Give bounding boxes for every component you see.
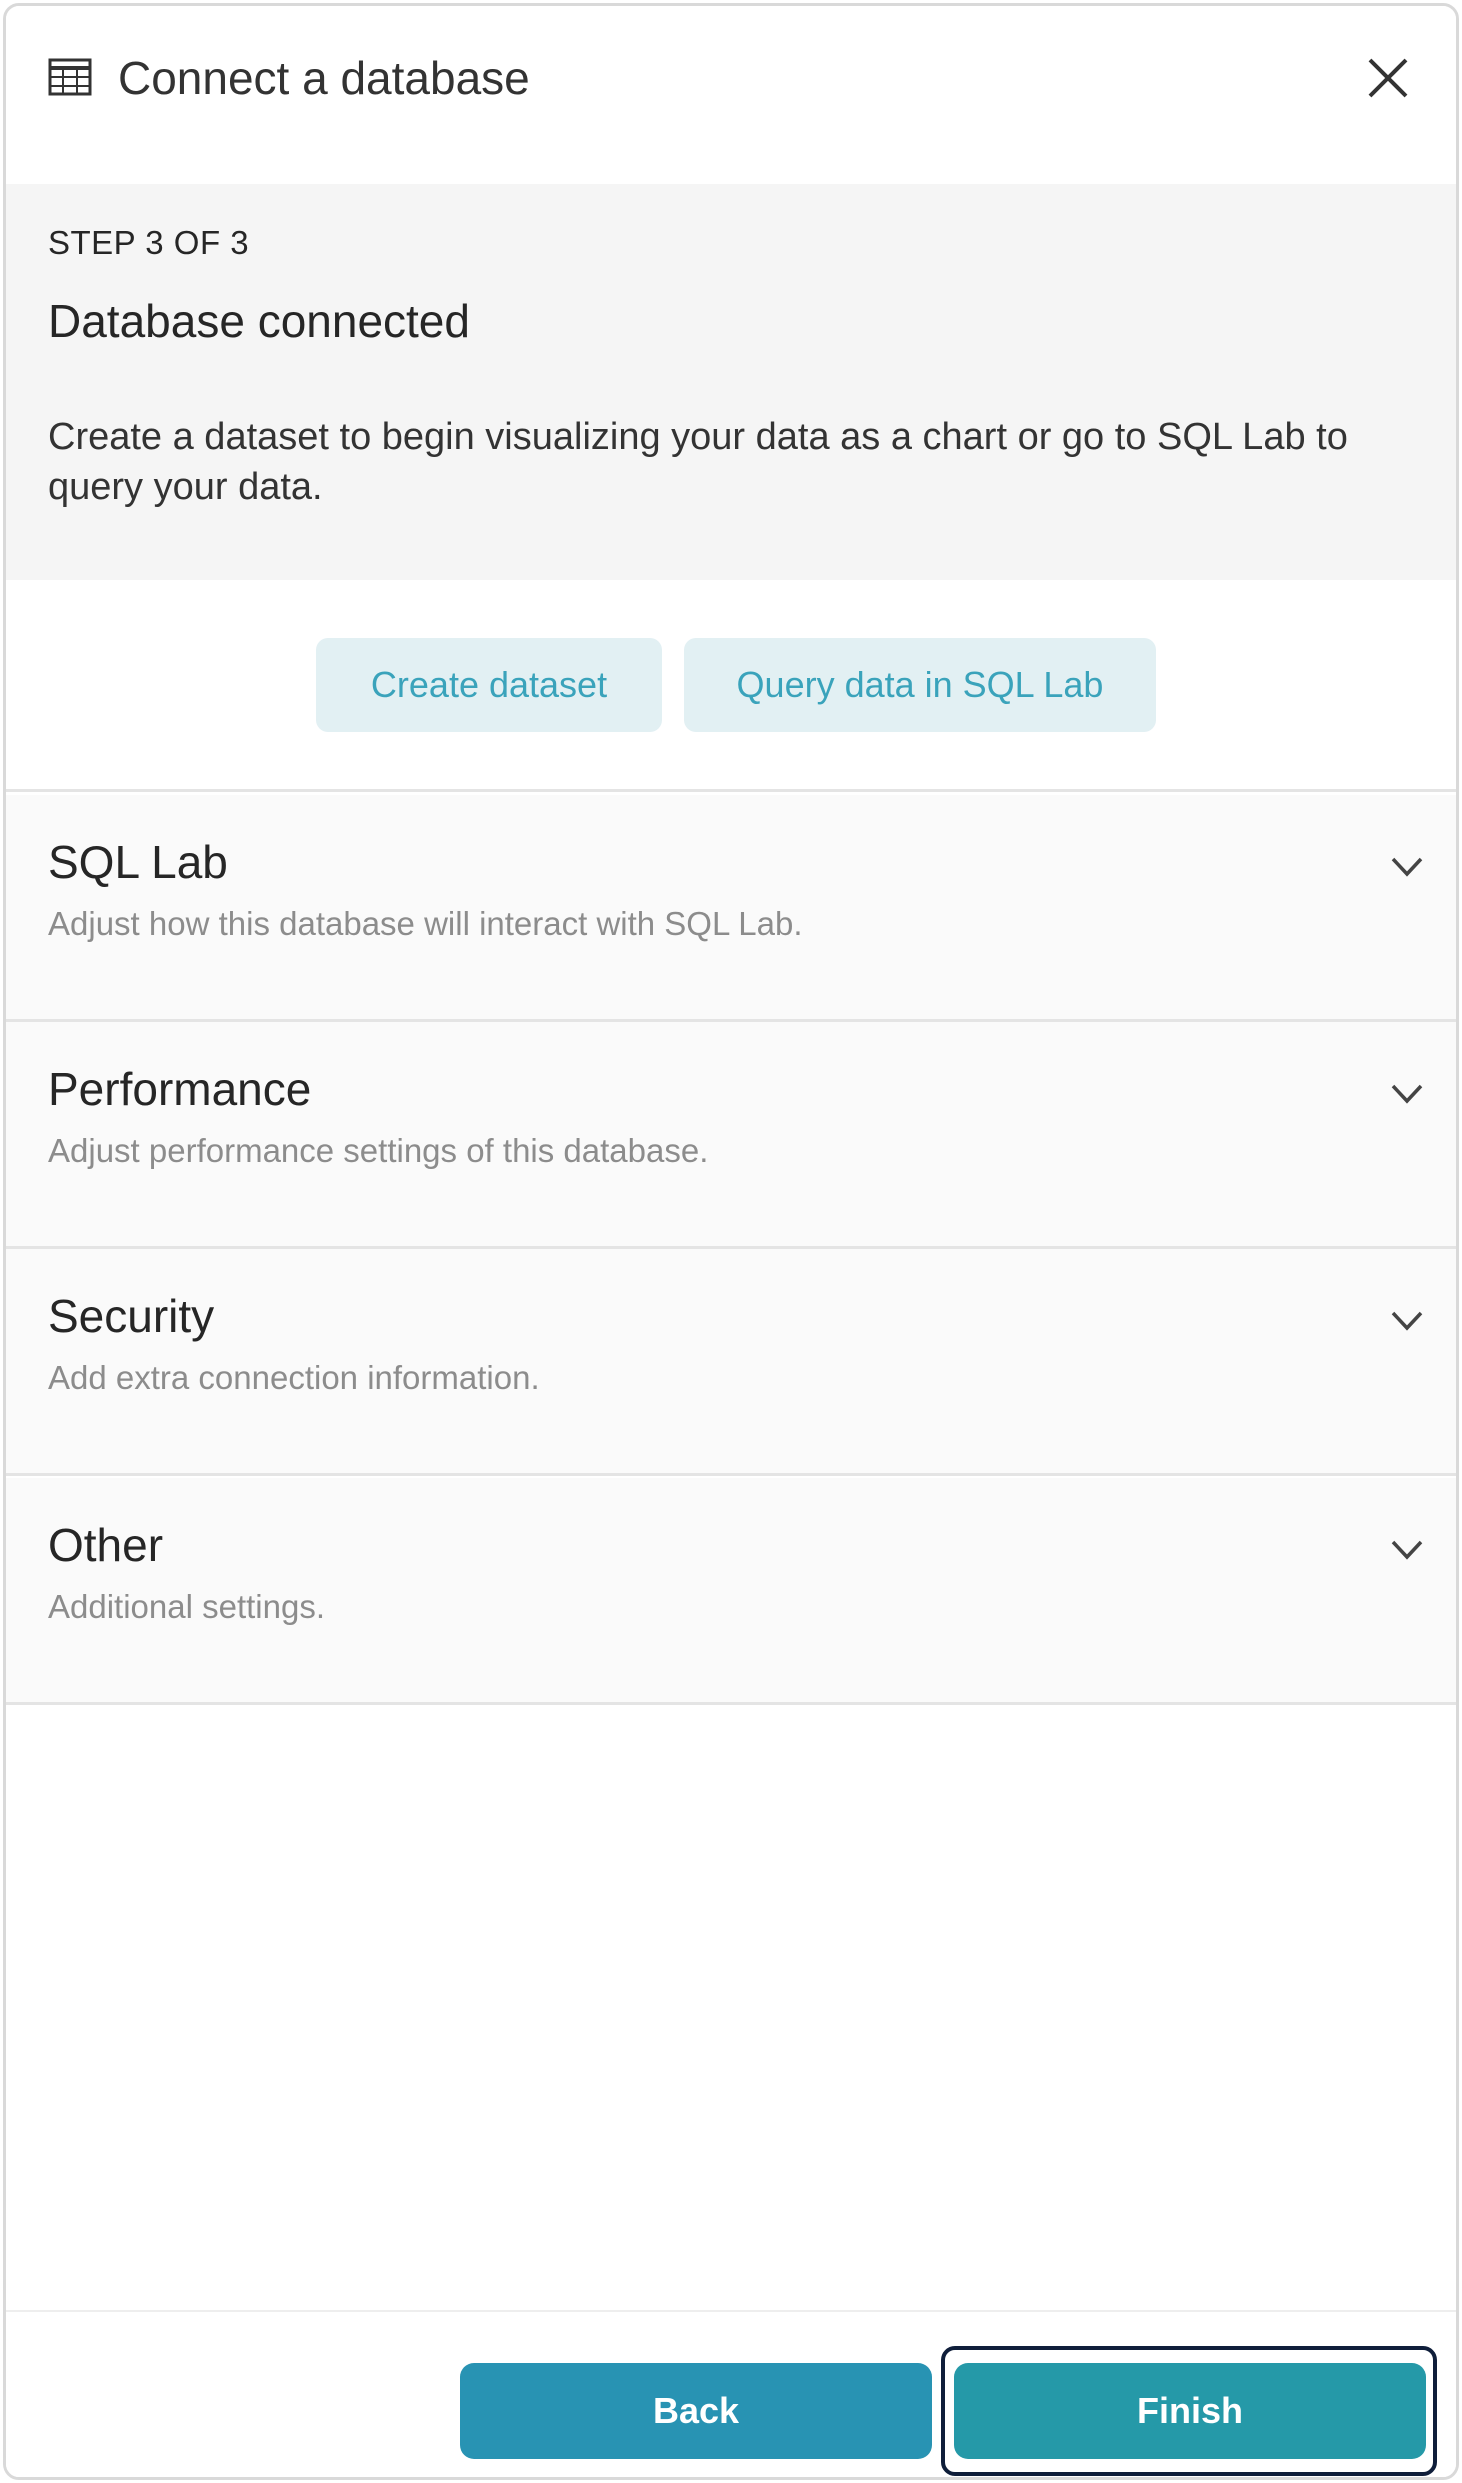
section-subtitle: Adjust how this database will interact w… bbox=[48, 905, 803, 942]
section-security[interactable]: Security Add extra connection informatio… bbox=[6, 1249, 1456, 1476]
action-bar: Create dataset Query data in SQL Lab bbox=[6, 580, 1456, 792]
section-sql-lab[interactable]: SQL Lab Adjust how this database will in… bbox=[6, 795, 1456, 1022]
section-subtitle: Adjust performance settings of this data… bbox=[48, 1132, 709, 1169]
section-subtitle: Add extra connection information. bbox=[48, 1359, 540, 1396]
back-button[interactable]: Back bbox=[460, 2363, 932, 2459]
step-description: Create a dataset to begin visualizing yo… bbox=[48, 416, 1348, 508]
step-heading: Database connected bbox=[48, 295, 470, 347]
section-performance[interactable]: Performance Adjust performance settings … bbox=[6, 1022, 1456, 1249]
section-title: SQL Lab bbox=[48, 836, 228, 888]
step-panel: STEP 3 OF 3 Database connected Create a … bbox=[6, 184, 1456, 580]
create-dataset-button[interactable]: Create dataset bbox=[316, 638, 662, 732]
section-title: Performance bbox=[48, 1063, 312, 1115]
chevron-down-icon[interactable] bbox=[1390, 1538, 1424, 1562]
section-title: Other bbox=[48, 1519, 164, 1571]
finish-button[interactable]: Finish bbox=[954, 2363, 1426, 2459]
section-title: Security bbox=[48, 1290, 215, 1342]
close-icon[interactable] bbox=[1364, 54, 1412, 102]
query-sql-lab-button[interactable]: Query data in SQL Lab bbox=[684, 638, 1156, 732]
modal-title: Connect a database bbox=[118, 52, 530, 104]
section-other[interactable]: Other Additional settings. bbox=[6, 1478, 1456, 1705]
chevron-down-icon[interactable] bbox=[1390, 1082, 1424, 1106]
step-label: STEP 3 OF 3 bbox=[48, 224, 250, 261]
chevron-down-icon[interactable] bbox=[1390, 855, 1424, 879]
section-subtitle: Additional settings. bbox=[48, 1588, 326, 1625]
chevron-down-icon[interactable] bbox=[1390, 1309, 1424, 1333]
modal-footer: Back Finish bbox=[6, 2310, 1456, 2477]
modal-header: Connect a database bbox=[6, 6, 1456, 184]
table-icon bbox=[48, 58, 92, 96]
connect-database-modal: Connect a database STEP 3 OF 3 Database … bbox=[3, 3, 1459, 2480]
